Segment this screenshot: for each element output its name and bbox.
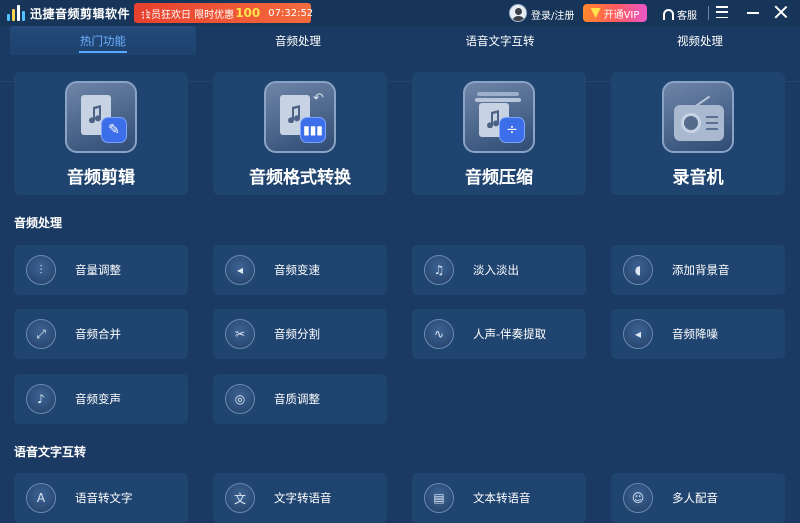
fade-icon: ♫ <box>424 255 454 285</box>
tool-fade[interactable]: ♫ 淡入淡出 <box>412 245 586 295</box>
tool-vocal-extract[interactable]: ∿ 人声-伴奏提取 <box>412 309 586 359</box>
tool-label: 音频变速 <box>274 263 320 277</box>
service-label: 客服 <box>677 11 697 22</box>
document-to-speech-icon: ▤ <box>424 483 454 513</box>
minimize-icon[interactable] <box>747 12 759 14</box>
feature-label: 音频剪辑 <box>67 168 135 188</box>
background-music-icon: ◖ <box>623 255 653 285</box>
voice-change-icon: ♪ <box>26 384 56 414</box>
tool-label: 音量调整 <box>75 263 121 277</box>
app-logo-icon <box>7 5 25 21</box>
promo-timer: 07:32:52 <box>268 7 314 19</box>
tool-text-to-speech[interactable]: 文 文字转语音 <box>213 473 387 523</box>
section-title-speech-text: 语音文字互转 <box>14 445 87 459</box>
tool-denoise[interactable]: ◂ 音频降噪 <box>611 309 785 359</box>
promo-text: 会员狂欢日 限时优惠 <box>141 9 235 21</box>
multi-voice-icon: ☺ <box>623 483 653 513</box>
feature-card-format-convert[interactable]: ↶ ▮▮▮ 音频格式转换 <box>213 72 387 195</box>
tool-label: 多人配音 <box>672 491 718 505</box>
tool-label: 音频降噪 <box>672 327 718 341</box>
tool-audio-split[interactable]: ✂ 音频分割 <box>213 309 387 359</box>
vip-button[interactable]: 开通VIP <box>583 4 647 22</box>
tool-label: 添加背景音 <box>672 263 730 277</box>
tool-quality-adjust[interactable]: ◎ 音质调整 <box>213 374 387 424</box>
tool-multi-voice-dubbing[interactable]: ☺ 多人配音 <box>611 473 785 523</box>
menu-icon[interactable] <box>716 6 728 18</box>
audio-convert-icon: ↶ ▮▮▮ <box>264 81 336 153</box>
tab-audio-processing[interactable]: 音频处理 <box>205 26 391 55</box>
tab-hot-features[interactable]: 热门功能 <box>10 26 196 55</box>
feature-label: 录音机 <box>672 168 724 188</box>
tab-speech-text[interactable]: 语音文字互转 <box>405 26 595 55</box>
audio-compress-icon: ÷ <box>463 81 535 153</box>
tool-document-to-speech[interactable]: ▤ 文本转语音 <box>412 473 586 523</box>
login-link[interactable]: 登录/注册 <box>531 7 574 22</box>
scissors-icon: ✂ <box>225 319 255 349</box>
close-icon[interactable] <box>774 5 788 19</box>
tool-label: 音质调整 <box>274 392 320 406</box>
tool-speed-change[interactable]: ◂ 音频变速 <box>213 245 387 295</box>
divider <box>708 6 709 20</box>
feature-card-audio-edit[interactable]: ✎ 音频剪辑 <box>14 72 188 195</box>
tool-label: 音频分割 <box>274 327 320 341</box>
denoise-icon: ◂ <box>623 319 653 349</box>
tool-label: 文本转语音 <box>473 491 531 505</box>
feature-label: 音频格式转换 <box>249 168 351 188</box>
tool-add-background-music[interactable]: ◖ 添加背景音 <box>611 245 785 295</box>
tool-volume-adjust[interactable]: ⫶ 音量调整 <box>14 245 188 295</box>
tool-label: 文字转语音 <box>274 491 332 505</box>
tool-voice-change[interactable]: ♪ 音频变声 <box>14 374 188 424</box>
waveform-icon: ∿ <box>424 319 454 349</box>
section-title-audio-processing: 音频处理 <box>14 216 63 230</box>
feature-card-audio-compress[interactable]: ÷ 音频压缩 <box>412 72 586 195</box>
speed-icon: ◂ <box>225 255 255 285</box>
app-title: 迅捷音频剪辑软件 <box>30 7 131 21</box>
vip-diamond-icon <box>590 8 601 18</box>
tool-speech-to-text[interactable]: A 语音转文字 <box>14 473 188 523</box>
tool-label: 音频合并 <box>75 327 121 341</box>
vip-label: 开通VIP <box>603 9 640 21</box>
quality-icon: ◎ <box>225 384 255 414</box>
feature-label: 音频压缩 <box>465 168 533 188</box>
tool-label: 淡入淡出 <box>473 263 519 277</box>
tool-label: 语音转文字 <box>75 491 133 505</box>
audio-edit-icon: ✎ <box>65 81 137 153</box>
speech-to-text-icon: A <box>26 483 56 513</box>
tool-label: 人声-伴奏提取 <box>473 327 547 341</box>
tab-bar: 热门功能 音频处理 语音文字互转 视频处理 <box>0 26 800 82</box>
tool-audio-merge[interactable]: ⤢ 音频合并 <box>14 309 188 359</box>
promo-banner[interactable]: 会员狂欢日 限时优惠 100 07:32:52 <box>134 3 314 23</box>
volume-sliders-icon: ⫶ <box>26 255 56 285</box>
feature-card-recorder[interactable]: 录音机 <box>611 72 785 195</box>
text-to-speech-icon: 文 <box>225 483 255 513</box>
title-bar: 迅捷音频剪辑软件 会员狂欢日 限时优惠 100 07:32:52 登录/注册 开… <box>0 0 800 26</box>
headset-icon <box>663 9 674 20</box>
tab-video-processing[interactable]: 视频处理 <box>605 26 795 55</box>
merge-icon: ⤢ <box>26 319 56 349</box>
tool-label: 音频变声 <box>75 392 121 406</box>
avatar[interactable] <box>509 4 527 22</box>
promo-percent: 100 <box>235 6 261 20</box>
recorder-icon <box>662 81 734 153</box>
customer-service-button[interactable]: 客服 <box>663 7 697 22</box>
